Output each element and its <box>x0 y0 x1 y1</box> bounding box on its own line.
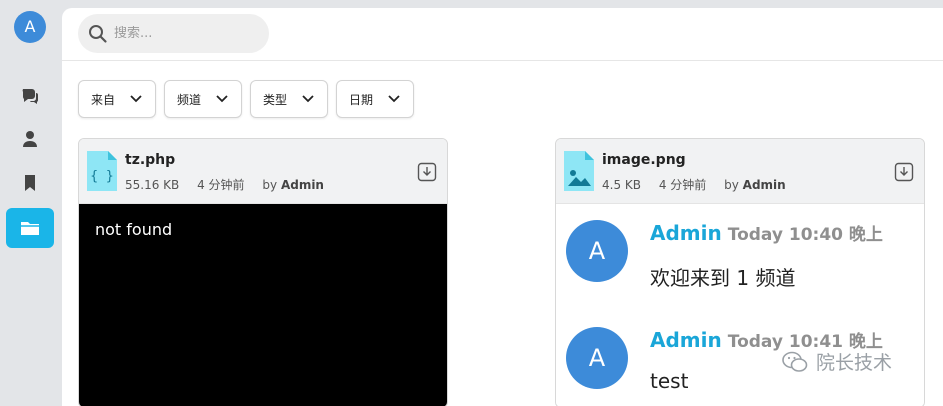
chevron-down-icon <box>302 95 314 103</box>
chevron-down-icon <box>388 95 400 103</box>
file-meta: 4.5 KB 4 分钟前 by Admin <box>602 176 800 193</box>
main-panel: 来自 频道 类型 日期 { } tz.php 55.16 KB 4 分 <box>62 8 943 406</box>
preview-text: not found <box>95 220 173 239</box>
file-meta: 55.16 KB 4 分钟前 by Admin <box>125 176 338 193</box>
chevron-down-icon <box>130 95 142 103</box>
rail-item-saved[interactable] <box>6 163 54 203</box>
rail-item-files[interactable] <box>6 208 54 248</box>
watermark: 院长技术 <box>782 348 892 375</box>
rail-item-chats[interactable] <box>6 76 54 116</box>
download-icon[interactable] <box>417 162 437 182</box>
code-file-icon: { } <box>87 151 117 191</box>
filter-label: 频道 <box>177 92 202 107</box>
download-icon[interactable] <box>894 162 914 182</box>
filter-date-dropdown[interactable]: 日期 <box>336 80 414 118</box>
chevron-down-icon <box>216 95 228 103</box>
file-uploader: by Admin <box>724 178 786 192</box>
file-age: 4 分钟前 <box>658 178 707 192</box>
file-size: 4.5 KB <box>602 178 641 192</box>
top-bar <box>62 8 943 61</box>
image-file-icon <box>564 151 594 191</box>
side-rail: A <box>0 0 62 406</box>
watermark-text: 院长技术 <box>816 352 893 374</box>
chat-bubbles-icon <box>22 89 39 104</box>
file-card-header: image.png 4.5 KB 4 分钟前 by Admin <box>556 139 924 204</box>
file-preview: not found <box>79 204 447 406</box>
file-size: 55.16 KB <box>125 178 180 192</box>
file-card[interactable]: { } tz.php 55.16 KB 4 分钟前 by Admin not f… <box>78 138 448 406</box>
file-preview: A Admin Today 10:40 晚上 欢迎来到 1 频道 A Admin T… <box>556 204 924 406</box>
message-text: 欢迎来到 1 频道 <box>650 266 796 290</box>
wechat-icon <box>782 351 808 372</box>
bookmark-icon <box>25 175 35 191</box>
filter-from-dropdown[interactable]: 来自 <box>78 80 156 118</box>
message-time: Today 10:40 晚上 <box>727 225 883 245</box>
svg-text:{ }: { } <box>90 169 113 184</box>
filter-bar: 来自 频道 类型 日期 <box>78 80 414 118</box>
filter-type-dropdown[interactable]: 类型 <box>250 80 328 118</box>
rail-item-users[interactable] <box>6 119 54 159</box>
filter-channel-dropdown[interactable]: 频道 <box>164 80 242 118</box>
message-text: test <box>650 369 689 393</box>
file-card-header: { } tz.php 55.16 KB 4 分钟前 by Admin <box>79 139 447 204</box>
file-name[interactable]: tz.php <box>125 152 175 168</box>
search-input[interactable] <box>114 26 254 41</box>
filter-label: 来自 <box>91 92 116 107</box>
file-age: 4 分钟前 <box>197 178 245 192</box>
file-name[interactable]: image.png <box>602 152 686 168</box>
message-author[interactable]: Admin Today 10:40 晚上 <box>650 220 883 245</box>
avatar[interactable]: A <box>566 220 628 282</box>
search-icon <box>89 24 107 43</box>
search-box[interactable] <box>78 14 269 53</box>
filter-label: 日期 <box>349 92 374 107</box>
avatar[interactable]: A <box>566 327 628 389</box>
filter-label: 类型 <box>263 92 288 107</box>
folder-icon <box>21 222 39 235</box>
file-uploader: by Admin <box>262 178 324 192</box>
user-icon <box>23 131 37 147</box>
user-avatar[interactable]: A <box>14 11 46 43</box>
